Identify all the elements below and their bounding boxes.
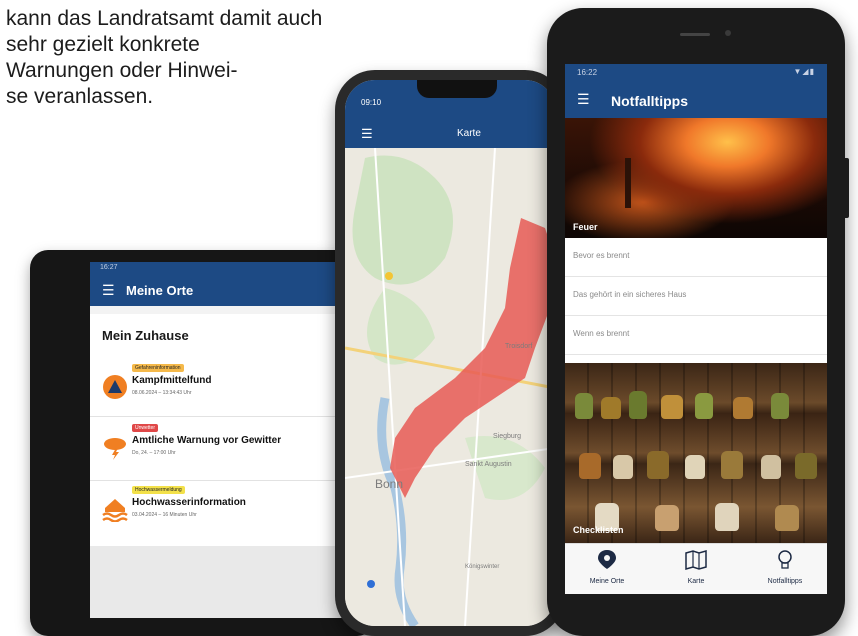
tips-list: Bevor es brennt Das gehört in ein sicher… [565,238,827,355]
phone-camera [725,30,731,36]
status-time: 09:10 [361,98,382,107]
menu-icon[interactable]: ☰ [361,126,373,142]
list-item[interactable]: Bevor es brennt [565,238,827,277]
map-label-town: Troisdorf [505,343,532,350]
map-label-city: Bonn [375,477,403,491]
page-title: Karte [457,128,481,139]
tab-label: Karte [687,578,705,585]
tab-notfalltipps[interactable]: Notfalltipps [745,548,825,588]
location-pin-icon [598,550,616,569]
map-marker [385,272,393,280]
intro-line: kann das Landratsamt damit auch [6,7,323,30]
fire-image-detail [625,158,631,208]
tab-meine-orte[interactable]: Meine Orte [567,548,647,588]
checklist-topic-card[interactable]: Checklisten [565,363,827,543]
jar-image [661,395,683,419]
warning-date: Do, 24. – 17:00 Uhr [132,450,176,456]
jar-image [601,397,621,419]
jar-image [655,505,679,531]
map-icon [685,550,707,570]
warning-badge: Gefahreninformation [132,364,184,372]
jar-image [613,455,633,479]
warning-triangle-icon [103,375,127,399]
jar-image [721,451,743,479]
tips-phone-screen: 16:22 ▼◢▮ ☰ Notfalltipps Feuer Bevor es … [565,64,827,594]
menu-icon[interactable]: ☰ [577,91,590,108]
thunderstorm-icon [104,438,126,460]
jar-image [771,393,789,419]
topic-caption: Checklisten [573,525,624,535]
map-label-town: Königswinter [465,564,499,570]
warning-item[interactable]: Gefahreninformation Kampfmittelfund 08.0… [102,364,362,414]
jar-image [629,391,647,419]
topic-caption: Feuer [573,222,598,232]
jar-image [775,505,799,531]
warning-item[interactable]: Unwetter Amtliche Warnung vor Gewitter D… [102,424,362,474]
jar-image [685,455,705,479]
page-title: Meine Orte [126,283,194,298]
warning-date: 03.04.2024 – 16 Minuten Uhr [132,512,197,518]
section-title: Mein Zuhause [102,328,189,343]
app-header: 09:10 ☰ Karte [345,80,555,148]
jar-image [733,397,753,419]
status-time: 16:22 [577,68,598,77]
jar-image [579,453,601,479]
list-item-label: Bevor es brennt [573,251,630,260]
map-label-town: Sankt Augustin [465,461,512,468]
phone-notch [417,80,497,98]
status-icons: ▼◢▮ [793,67,815,76]
list-item-label: Wenn es brennt [573,329,630,338]
warning-item[interactable]: Hochwassermeldung Hochwasserinformation … [102,486,362,536]
tab-label: Meine Orte [589,578,625,585]
page-title: Notfalltipps [611,93,688,109]
jar-image [647,451,669,479]
jar-image [761,455,781,479]
tab-label: Notfalltipps [767,578,803,585]
map-label-town: Siegburg [493,433,521,440]
map-view[interactable]: Bonn Siegburg Sankt Augustin Troisdorf K… [345,148,555,626]
warning-badge: Unwetter [132,424,159,432]
warning-title: Hochwasserinformation [132,497,246,508]
status-time: 16:27 [100,264,118,271]
jar-image [795,453,817,479]
location-dot [367,580,375,588]
list-item-label: Das gehört in ein sicheres Haus [573,290,687,299]
menu-icon[interactable]: ☰ [102,282,115,299]
warning-badge: Hochwassermeldung [132,486,185,494]
bottom-tab-bar: Meine Orte Karte Notfalltipps [565,543,827,594]
tablet-device: 16:27 ☰ Meine Orte Mein Zuhause Gefahren… [30,250,390,636]
fire-topic-card[interactable]: Feuer [565,118,827,238]
list-item[interactable]: Das gehört in ein sicheres Haus [565,277,827,316]
tab-karte[interactable]: Karte [656,548,736,588]
list-item[interactable]: Wenn es brennt [565,316,827,355]
jar-image [715,503,739,531]
side-button [845,158,849,218]
warning-title: Kampfmittelfund [132,375,212,386]
app-header: 16:22 ▼◢▮ ☰ Notfalltipps [565,64,827,118]
jar-image [575,393,593,419]
intro-line: sehr gezielt konkrete [6,33,200,56]
tips-phone-device: 16:22 ▼◢▮ ☰ Notfalltipps Feuer Bevor es … [547,8,849,636]
phone-speaker [680,33,710,36]
map-phone-device: 09:10 ☰ Karte Bonn Siegburg Sankt August… [335,70,565,636]
flood-house-icon [102,499,128,522]
warning-date: 08.06.2024 – 13:34:43 Uhr [132,390,192,396]
lightbulb-icon [778,550,792,569]
warning-title: Amtliche Warnung vor Gewitter [132,435,282,446]
map-phone-screen: 09:10 ☰ Karte Bonn Siegburg Sankt August… [345,80,555,626]
jar-image [695,393,713,419]
